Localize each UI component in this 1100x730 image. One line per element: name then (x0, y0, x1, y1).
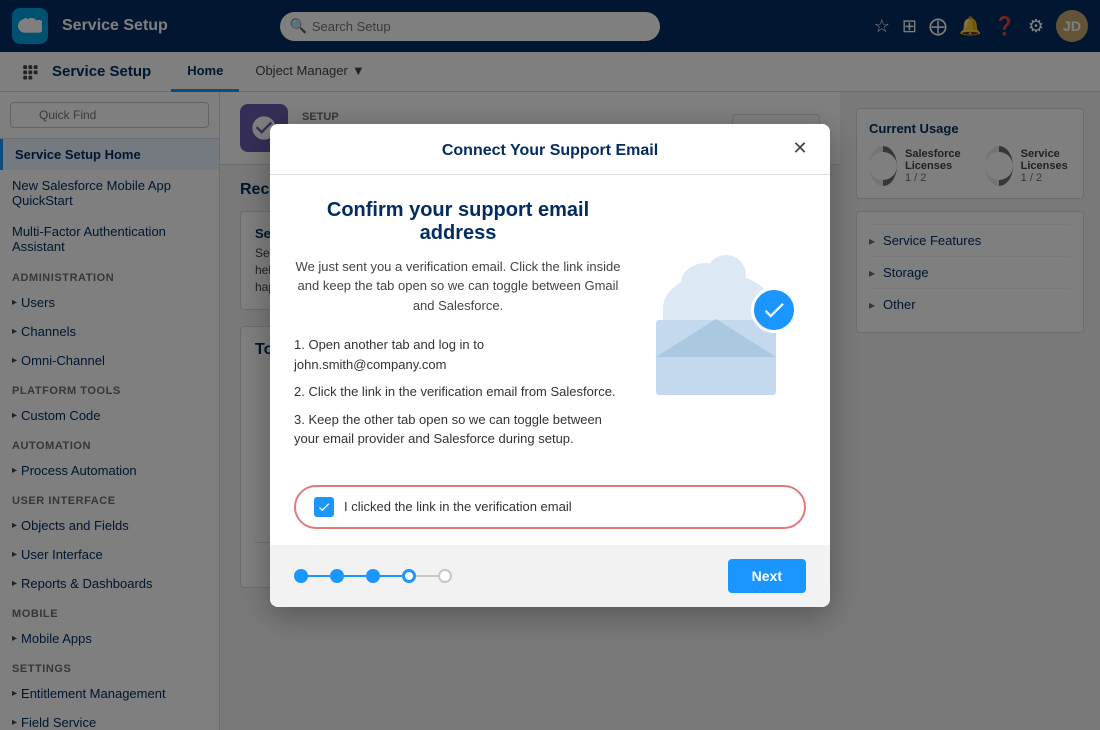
checkbox-section: I clicked the link in the verification e… (294, 485, 806, 529)
check-badge (751, 287, 797, 333)
checkbox-label: I clicked the link in the verification e… (344, 499, 572, 514)
verification-checkbox[interactable] (314, 497, 334, 517)
step-text: Click the link in the verification email… (308, 384, 615, 399)
progress-dots (294, 569, 452, 583)
step-num: 2. (294, 384, 308, 399)
modal-right (646, 199, 806, 461)
progress-dot-3 (366, 569, 380, 583)
modal: Connect Your Support Email ✕ Confirm you… (270, 124, 830, 607)
progress-line-1 (308, 575, 330, 577)
modal-step-1: 1. Open another tab and log in to john.s… (294, 331, 622, 378)
modal-step-3: 3. Keep the other tab open so we can tog… (294, 406, 622, 453)
modal-step-2: 2. Click the link in the verification em… (294, 378, 622, 406)
progress-line-4 (416, 575, 438, 577)
modal-title: Connect Your Support Email (442, 142, 658, 159)
step-num: 3. (294, 412, 308, 427)
progress-line-3 (380, 575, 402, 577)
modal-confirm-title: Confirm your support email address (294, 199, 622, 245)
modal-footer: Next (270, 545, 830, 607)
progress-dot-4 (402, 569, 416, 583)
progress-dot-1 (294, 569, 308, 583)
modal-body: Confirm your support email address We ju… (270, 175, 830, 485)
progress-dot-2 (330, 569, 344, 583)
email-illustration (651, 265, 801, 395)
step-text: Keep the other tab open so we can toggle… (294, 412, 602, 447)
next-button[interactable]: Next (728, 559, 806, 593)
cloud-bump-right (706, 255, 746, 295)
progress-dot-5 (438, 569, 452, 583)
modal-left: Confirm your support email address We ju… (294, 199, 622, 461)
modal-header: Connect Your Support Email ✕ (270, 124, 830, 175)
modal-overlay[interactable]: Connect Your Support Email ✕ Confirm you… (0, 0, 1100, 730)
step-text: Open another tab and log in to john.smit… (294, 337, 484, 372)
modal-desc: We just sent you a verification email. C… (294, 257, 622, 316)
step-num: 1. (294, 337, 308, 352)
progress-line-2 (344, 575, 366, 577)
step-email: john.smith@company.com (294, 357, 446, 372)
modal-close-button[interactable]: ✕ (786, 135, 814, 163)
